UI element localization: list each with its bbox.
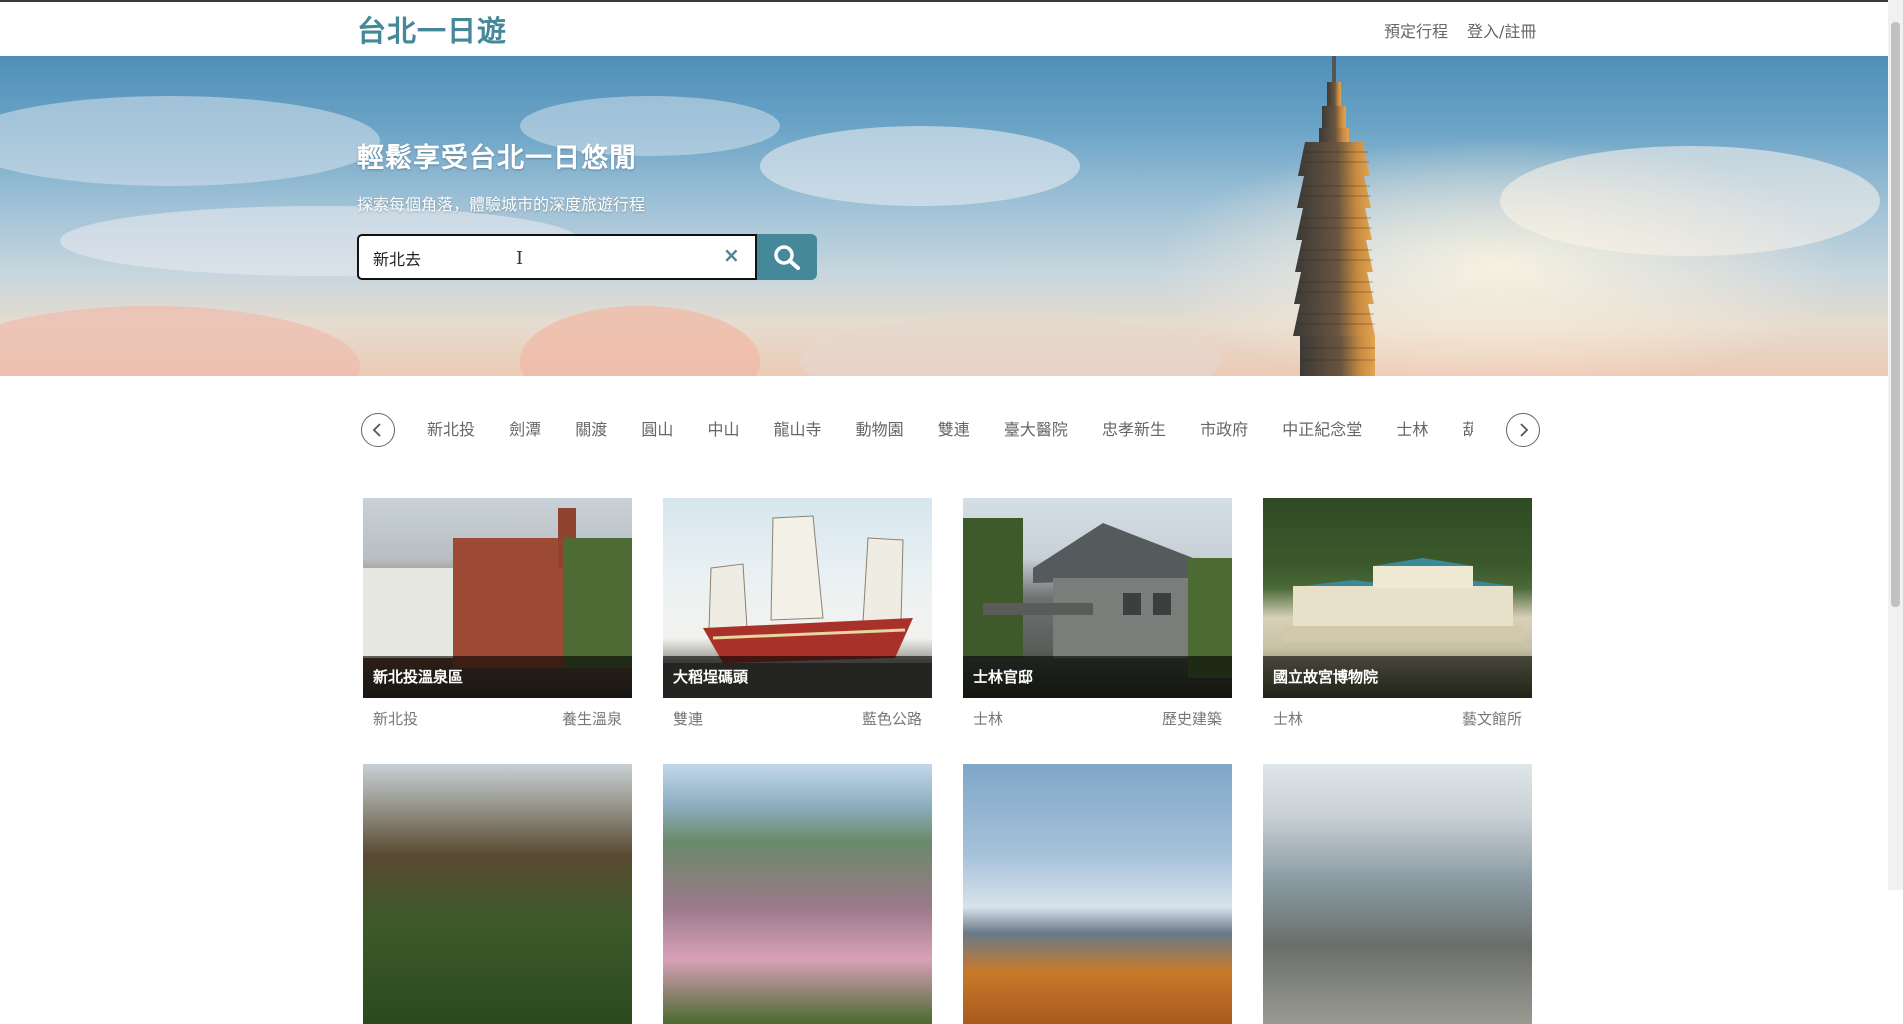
nav-booking-link[interactable]: 預定行程	[1384, 18, 1448, 42]
nav-login-link[interactable]: 登入/註冊	[1467, 18, 1536, 42]
attraction-meta: 士林 藝文館所	[1263, 702, 1532, 732]
attraction-category: 藍色公路	[861, 710, 922, 728]
mrt-station-bar: 新北投 劍潭 關渡 圓山 中山 龍山寺 動物園 雙連 臺大醫院 忠孝新生 市政府…	[357, 410, 1540, 450]
attraction-category: 養生溫泉	[561, 710, 622, 728]
attraction-photo	[663, 764, 932, 1024]
chevron-right-icon	[1520, 423, 1529, 437]
attraction-meta: 新北投 養生溫泉	[363, 702, 632, 732]
cloud-decoration	[520, 306, 760, 376]
attraction-photo	[363, 764, 632, 1024]
attraction-card[interactable]	[663, 764, 932, 1024]
cloud-decoration	[800, 316, 1220, 376]
attraction-card[interactable]: 大稻埕碼頭 雙連 藍色公路	[663, 498, 932, 738]
attraction-card[interactable]: 士林官邸 士林 歷史建築	[963, 498, 1232, 738]
attraction-card[interactable]: 新北投溫泉區 新北投 養生溫泉	[363, 498, 632, 738]
search-button[interactable]	[757, 234, 817, 280]
attraction-name: 國立故宮博物院	[1263, 656, 1532, 698]
mrt-scroll-left-button[interactable]	[361, 413, 395, 447]
search-box[interactable]: I ×	[357, 234, 757, 280]
attraction-card[interactable]: 國立故宮博物院 士林 藝文館所	[1263, 498, 1532, 738]
mrt-station-item[interactable]: 關渡	[575, 410, 607, 450]
cloud-decoration	[760, 126, 1080, 206]
hero-banner: 輕鬆享受台北一日悠閒 探索每個角落，體驗城市的深度旅遊行程 I ×	[0, 56, 1903, 376]
attraction-mrt: 新北投	[373, 710, 419, 728]
cloud-decoration	[0, 96, 380, 186]
attraction-mrt: 士林	[1273, 710, 1304, 728]
mrt-scroll-right-button[interactable]	[1506, 413, 1540, 447]
clear-search-button[interactable]: ×	[723, 243, 740, 267]
mrt-station-item[interactable]: 士林	[1396, 410, 1428, 450]
mrt-station-item[interactable]: 臺大醫院	[1004, 410, 1068, 450]
mrt-station-item[interactable]: 新北投	[427, 410, 475, 450]
attraction-card[interactable]	[363, 764, 632, 1024]
mrt-station-item[interactable]: 劍潭	[509, 410, 541, 450]
mrt-station-item[interactable]: 中山	[707, 410, 739, 450]
text-cursor-icon: I	[516, 248, 524, 269]
attraction-meta: 雙連 藍色公路	[663, 702, 932, 732]
hero-title: 輕鬆享受台北一日悠閒	[357, 143, 637, 174]
mrt-station-item[interactable]: 龍山寺	[774, 410, 822, 450]
hero-subtitle: 探索每個角落，體驗城市的深度旅遊行程	[357, 195, 646, 214]
attraction-mrt: 雙連	[673, 710, 704, 728]
page-scrollbar[interactable]	[1888, 0, 1903, 890]
mrt-station-item[interactable]: 市政府	[1200, 410, 1248, 450]
mrt-station-item[interactable]: 忠孝新生	[1102, 410, 1166, 450]
house-shape	[363, 568, 453, 658]
scrollbar-thumb[interactable]	[1891, 22, 1900, 607]
search-icon	[774, 245, 800, 270]
mrt-station-item[interactable]: 葫洲	[1462, 410, 1473, 450]
mrt-station-item[interactable]: 圓山	[641, 410, 673, 450]
mrt-station-item[interactable]: 動物園	[856, 410, 904, 450]
mrt-station-item[interactable]: 中正紀念堂	[1282, 410, 1362, 450]
site-logo[interactable]: 台北一日遊	[357, 8, 507, 50]
attraction-category: 藝文館所	[1461, 710, 1522, 728]
attraction-mrt: 士林	[973, 710, 1004, 728]
taipei-101-tower	[1293, 56, 1375, 376]
attraction-card[interactable]	[963, 764, 1232, 1024]
attraction-photo	[1263, 764, 1532, 1024]
mrt-station-list: 新北投 劍潭 關渡 圓山 中山 龍山寺 動物園 雙連 臺大醫院 忠孝新生 市政府…	[427, 410, 1473, 450]
attraction-name: 士林官邸	[963, 656, 1232, 698]
attraction-card[interactable]	[1263, 764, 1532, 1024]
attraction-category: 歷史建築	[1161, 710, 1222, 728]
tree-shape	[563, 538, 632, 668]
attraction-photo	[963, 764, 1232, 1024]
attraction-name: 大稻埕碼頭	[663, 656, 932, 698]
navbar: 台北一日遊 預定行程 登入/註冊	[0, 2, 1903, 56]
mrt-station-item[interactable]: 雙連	[938, 410, 970, 450]
attraction-name: 新北投溫泉區	[363, 656, 632, 698]
attraction-meta: 士林 歷史建築	[963, 702, 1232, 732]
cloud-decoration	[0, 306, 360, 376]
brick-building-shape	[453, 538, 573, 668]
chevron-left-icon	[372, 423, 381, 437]
search-input[interactable]	[373, 246, 703, 270]
